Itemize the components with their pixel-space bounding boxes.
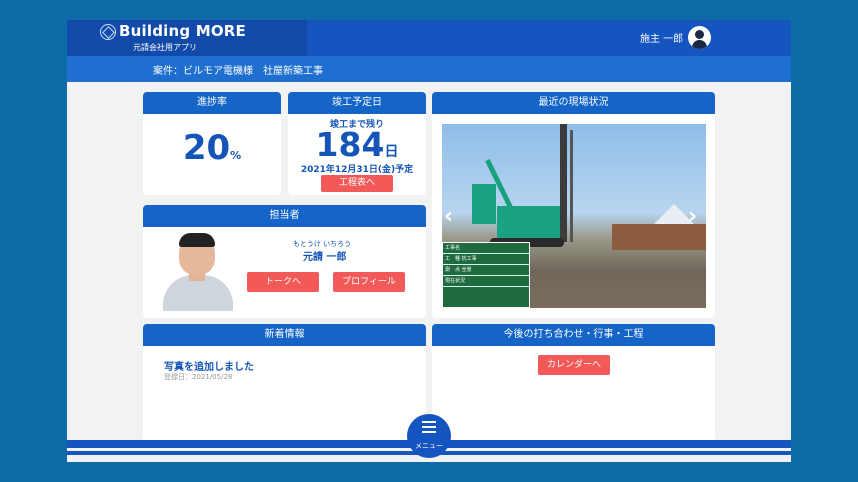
project-label: 案件：ビルモア電機様 社屋新築工事 [153,66,323,77]
schedule-card-title: 今後の打ち合わせ・行事・工程 [432,324,715,346]
progress-card: 進捗率 20% [143,92,281,195]
brand-name: Building MORE [119,22,246,40]
project-bar: 案件：ビルモア電機様 社屋新築工事 [67,56,791,82]
staff-card-title: 担当者 [143,205,426,227]
staff-photo [161,231,233,311]
progress-number: 20 [182,128,231,168]
site-status-card-title: 最近の現場状況 [432,92,715,114]
progress-value: 20% [143,128,281,168]
prev-photo-icon[interactable]: ‹ [444,204,453,229]
board-line: 現在状況 [443,276,529,287]
app-window: Building MORE 元請会社用アプリ 施主 一郎 案件：ビルモア電機様 … [67,20,791,462]
user-avatar-icon[interactable] [688,26,711,49]
talk-button[interactable]: トークへ [247,272,319,292]
progress-unit: % [230,149,242,162]
hamburger-icon [422,421,436,435]
staff-card: 担当者 もとうけ いちろう 元請 一郎 トークへ プロフィール [143,205,426,318]
next-photo-icon[interactable]: › [688,204,697,229]
deadline-card: 竣工予定日 竣工まで残り 184日 2021年12月31日(金)予定 工程表へ [288,92,426,195]
schedule-table-button[interactable]: 工程表へ [321,175,393,192]
board-line: 工事名 [443,243,529,254]
news-item-date: 登録日：2021/05/28 [164,373,233,381]
progress-card-title: 進捗率 [143,92,281,114]
news-card: 新着情報 写真を追加しました 登録日：2021/05/28 [143,324,426,442]
board-line: 工 種 杭工事 [443,254,529,265]
deadline-card-title: 竣工予定日 [288,92,426,114]
staff-name: 元請 一郎 [303,252,347,263]
board-line: 測 点 全景 [443,265,529,276]
logo-icon [100,24,116,40]
profile-button[interactable]: プロフィール [333,272,405,292]
brand-subtitle: 元請会社用アプリ [133,43,197,52]
site-status-card: 最近の現場状況 工事名 工 種 杭工事 測 点 全景 現在状況 ‹ › [432,92,715,318]
schedule-card: 今後の打ち合わせ・行事・工程 カレンダーへ [432,324,715,442]
menu-button[interactable]: メニュー [407,414,451,458]
calendar-button[interactable]: カレンダーへ [538,355,610,375]
deadline-date: 2021年12月31日(金)予定 [300,165,414,175]
construction-board: 工事名 工 種 杭工事 測 点 全景 現在状況 [442,242,530,308]
news-card-title: 新着情報 [143,324,426,346]
menu-label: メニュー [415,442,443,450]
news-item-title[interactable]: 写真を追加しました [164,358,254,373]
deadline-days: 184日 [288,125,426,164]
logo-block: Building MORE 元請会社用アプリ [67,20,307,56]
app-header: Building MORE 元請会社用アプリ 施主 一郎 [67,20,791,56]
user-name: 施主 一郎 [640,34,684,45]
site-photo[interactable]: 工事名 工 種 杭工事 測 点 全景 現在状況 ‹ › [442,124,706,308]
deadline-days-unit: 日 [384,144,399,160]
deadline-days-number: 184 [315,125,385,164]
